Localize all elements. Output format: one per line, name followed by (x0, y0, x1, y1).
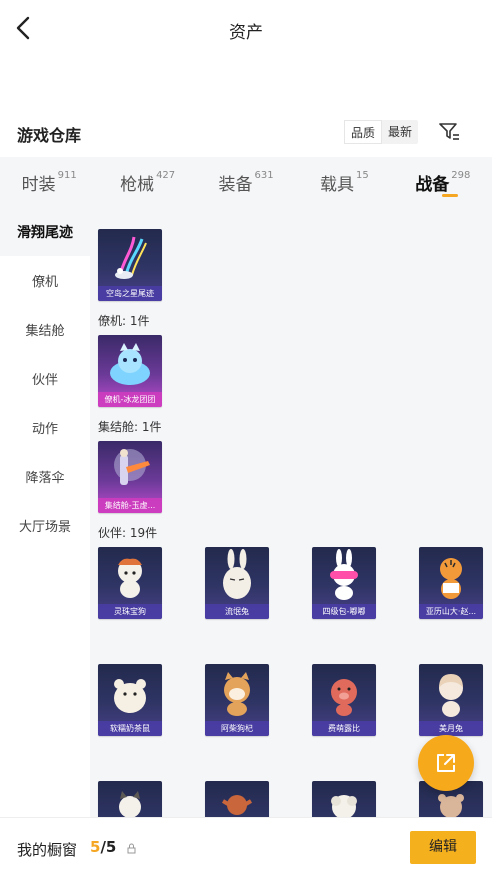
dog-art-icon (118, 558, 142, 598)
group-label-pod: 集结舱: 1件 (98, 420, 162, 434)
sidebar-item-rally-pod[interactable]: 集结舱 (0, 305, 90, 354)
sidebar-item-emote[interactable]: 动作 (0, 403, 90, 452)
tab-equipment[interactable]: 装备 631 (197, 157, 295, 207)
sidebar-item-wingman[interactable]: 僚机 (0, 256, 90, 305)
rabbit-art-icon (223, 549, 251, 599)
filter-icon[interactable] (437, 119, 461, 143)
tab-fashion[interactable]: 时装 911 (0, 157, 98, 207)
showcase-count-current: 5 (90, 838, 101, 856)
tab-count: 15 (356, 170, 369, 181)
share-icon (437, 754, 455, 772)
tab-count: 631 (254, 170, 274, 181)
lock-icon (127, 843, 136, 854)
item-name: 费萌露比 (312, 721, 376, 736)
item-name: 空岛之星尾迹 (98, 286, 162, 301)
item-card[interactable]: 空岛之星尾迹 (98, 229, 162, 301)
tiger-art-icon (440, 558, 462, 599)
item-card[interactable] (205, 781, 269, 817)
sidebar-item-glide-trail[interactable]: 滑翔尾迹 (0, 207, 90, 256)
sheep-art-icon (331, 795, 357, 817)
showcase-count-total: /5 (100, 838, 117, 856)
item-name: 流氓兔 (205, 604, 269, 619)
item-card[interactable]: 美月兔 (419, 664, 483, 736)
tab-label: 枪械 (120, 175, 155, 195)
tab-label: 战备 (415, 175, 450, 195)
ice-dragon-art-icon (110, 343, 150, 385)
shiba-art-icon (224, 672, 250, 716)
item-name: 亚历山大·赵... (419, 604, 483, 619)
tab-count: 427 (156, 170, 176, 181)
item-name: 四级包-嘟嘟 (312, 604, 376, 619)
tab-count: 911 (57, 170, 77, 181)
sort-newest-button[interactable]: 最新 (382, 120, 418, 144)
share-button[interactable] (418, 735, 474, 791)
cat-art-icon (119, 791, 141, 817)
rally-pod-art-icon (114, 449, 150, 485)
showcase-bar: 我的橱窗 5/5 编辑 (0, 817, 492, 876)
group-label-wingman: 僚机: 1件 (98, 314, 150, 328)
edit-button[interactable]: 编辑 (410, 831, 476, 864)
item-name: 阿柴狗杞 (205, 721, 269, 736)
bunny-pink-art-icon (330, 549, 358, 600)
trail-art-icon (115, 236, 147, 279)
monkey-art-icon (221, 795, 253, 815)
item-name: 软糯奶茶鼠 (98, 721, 162, 736)
tab-label: 装备 (218, 175, 253, 195)
tab-gear[interactable]: 战备 298 (394, 157, 492, 207)
item-name: 集结舱-玉虚... (98, 498, 162, 513)
tab-weapons[interactable]: 枪械 427 (98, 157, 196, 207)
pig-art-icon (331, 679, 357, 716)
category-sidebar: 滑翔尾迹 僚机 集结舱 伙伴 动作 降落伞 大厅场景 (0, 207, 90, 817)
item-card[interactable]: 灵珠宝狗 (98, 547, 162, 619)
group-label-partner: 伙伴: 19件 (98, 526, 158, 540)
sidebar-item-lobby-scene[interactable]: 大厅场景 (0, 501, 90, 550)
item-card[interactable] (312, 781, 376, 817)
item-card[interactable] (98, 781, 162, 817)
sort-toggle: 品质 最新 (344, 120, 419, 144)
item-card[interactable]: 集结舱-玉虚... (98, 441, 162, 513)
tab-vehicles[interactable]: 载具 15 (295, 157, 393, 207)
showcase-count: 5/5 (90, 838, 116, 856)
item-name: 灵珠宝狗 (98, 604, 162, 619)
item-card[interactable]: 亚历山大·赵... (419, 547, 483, 619)
page-title: 资产 (229, 23, 263, 43)
warehouse-title: 游戏仓库 (17, 126, 82, 145)
tab-label: 时装 (21, 175, 56, 195)
item-grid: 空岛之星尾迹 僚机: 1件 僚机-冰龙团团 集结舱: 1件 集结舱-玉虚... … (90, 207, 492, 817)
item-name: 美月兔 (419, 721, 483, 736)
item-card[interactable]: 费萌露比 (312, 664, 376, 736)
item-card[interactable]: 流氓兔 (205, 547, 269, 619)
tab-count: 298 (451, 170, 471, 181)
showcase-label: 我的橱窗 (17, 841, 78, 859)
tab-label: 载具 (320, 175, 355, 195)
item-card[interactable]: 软糯奶茶鼠 (98, 664, 162, 736)
sidebar-item-parachute[interactable]: 降落伞 (0, 452, 90, 501)
item-name: 僚机-冰龙团团 (98, 392, 162, 407)
sort-quality-button[interactable]: 品质 (344, 120, 383, 144)
top-bar: 资产 (0, 0, 492, 58)
item-card[interactable]: 阿柴狗杞 (205, 664, 269, 736)
sidebar-item-partner[interactable]: 伙伴 (0, 354, 90, 403)
item-card[interactable]: 僚机-冰龙团团 (98, 335, 162, 407)
moon-rabbit-art-icon (439, 674, 463, 717)
category-tabs: 时装 911 枪械 427 装备 631 载具 15 战备 298 (0, 157, 492, 207)
hamster-art-icon (114, 679, 146, 713)
item-card[interactable]: 四级包-嘟嘟 (312, 547, 376, 619)
